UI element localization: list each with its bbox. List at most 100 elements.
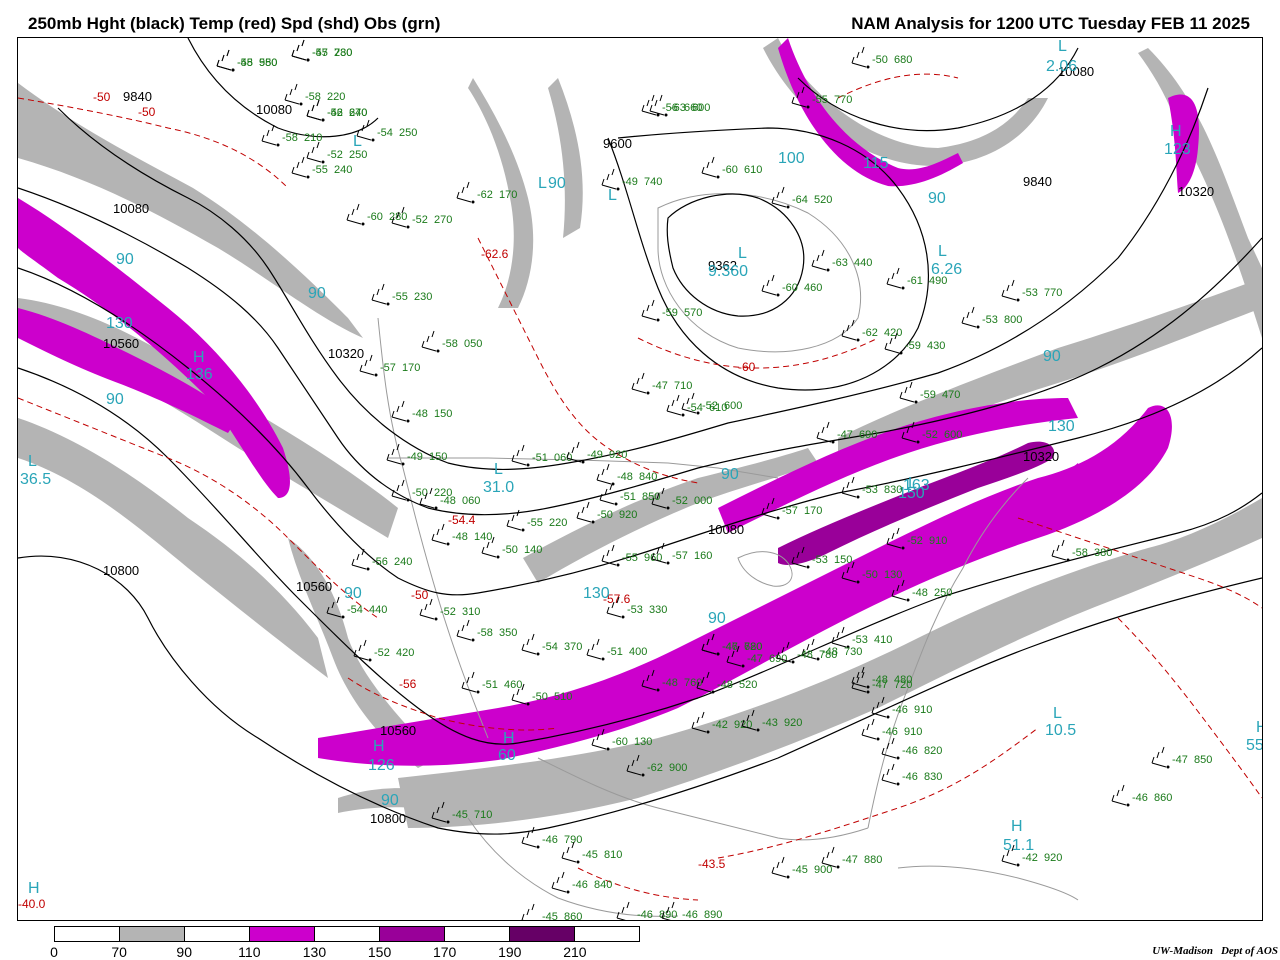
legend-tick: 70 [111, 944, 127, 960]
obs-temp: -60 [782, 282, 798, 294]
station-dot-icon [831, 440, 835, 444]
station-dot-icon [606, 747, 610, 751]
station-dot-icon [666, 561, 670, 565]
obs-temp: -46 [892, 704, 908, 716]
station-dot-icon [741, 664, 745, 668]
legend-swatch [55, 927, 120, 941]
station-obs: -49 920 [566, 441, 627, 464]
wind-barb-icon [306, 141, 322, 163]
station-obs: -58 380 [1051, 539, 1112, 562]
shade-gray-canada-west [548, 78, 583, 238]
obs-temp: -46 [722, 641, 738, 653]
speed-label: 130 [1048, 418, 1075, 435]
station-dot-icon [231, 68, 235, 72]
obs-height: 470 [942, 389, 960, 401]
station-dot-icon [1126, 803, 1130, 807]
station-obs: -53 800 [961, 306, 1022, 329]
obs-height: 150 [429, 451, 447, 463]
speed-label: 90 [708, 610, 726, 627]
station-obs: -60 460 [761, 274, 822, 297]
station-obs: -48 140 [431, 523, 492, 546]
obs-temp: -46 [902, 771, 918, 783]
wind-barb-icon [666, 394, 682, 416]
obs-height: 850 [1194, 754, 1212, 766]
obs-temp: -59 [920, 389, 936, 401]
station-obs: -46 830 [881, 763, 942, 786]
obs-temp: -50 [872, 54, 888, 66]
station-dot-icon [836, 865, 840, 869]
obs-temp: -46 [542, 834, 558, 846]
obs-temp: -48 [797, 649, 813, 661]
obs-height: 780 [334, 47, 352, 59]
low-marker: L [494, 461, 503, 478]
obs-height: 250 [934, 587, 952, 599]
obs-height: 140 [524, 544, 542, 556]
wind-barb-icon [601, 168, 617, 190]
legend-tick: 130 [302, 944, 327, 960]
obs-height: 130 [634, 736, 652, 748]
obs-height: 420 [884, 327, 902, 339]
obs-temp: -54 [687, 402, 703, 414]
high-marker: H [1256, 719, 1262, 736]
obs-temp: -53 [627, 604, 643, 616]
obs-height: 780 [819, 649, 837, 661]
obs-height: 460 [504, 679, 522, 691]
station-dot-icon [646, 391, 650, 395]
station-obs: -47 880 [821, 846, 882, 869]
station-obs: -55 230 [371, 283, 432, 306]
wind-barb-icon [886, 267, 902, 289]
station-obs: -60 610 [701, 156, 762, 179]
speed-label: 90 [381, 792, 399, 809]
height-label: 10800 [370, 811, 406, 826]
station-dot-icon [581, 460, 585, 464]
station-obs: -46 840 [551, 871, 612, 894]
obs-height: 220 [549, 517, 567, 529]
obs-temp: -62 [647, 762, 663, 774]
station-dot-icon [374, 373, 378, 377]
wind-barb-icon [291, 156, 307, 178]
speed-label: 90 [308, 285, 326, 302]
obs-height: 840 [594, 879, 612, 891]
obs-height: 430 [927, 340, 945, 352]
high-marker: H [373, 738, 385, 755]
legend-tick: 150 [367, 944, 392, 960]
station-obs: -57 170 [359, 354, 420, 377]
obs-height: 910 [904, 726, 922, 738]
height-label: 9840 [1023, 174, 1052, 189]
obs-height: 060 [462, 495, 480, 507]
station-dot-icon [656, 318, 660, 322]
station-dot-icon [446, 542, 450, 546]
station-obs: -49 150 [386, 443, 447, 466]
height-label: 10320 [328, 346, 364, 361]
obs-height: 250 [399, 127, 417, 139]
station-dot-icon [791, 660, 795, 664]
weather-map: 9840 10080 9600 10080 9840 10080 10320 1… [17, 37, 1263, 921]
wind-barb-icon [641, 299, 657, 321]
obs-height: 620 [744, 641, 762, 653]
obs-height: 130 [884, 569, 902, 581]
station-dot-icon [371, 138, 375, 142]
analysis-timestamp: NAM Analysis for 1200 UTC Tuesday FEB 11… [851, 14, 1250, 33]
obs-height: 420 [396, 647, 414, 659]
height-label: 10560 [380, 723, 416, 738]
low-marker: L [28, 453, 37, 470]
obs-temp: -60 [612, 736, 628, 748]
station-obs: -56 240 [351, 548, 412, 571]
station-obs: -52 420 [353, 639, 414, 662]
obs-height: 610 [709, 402, 727, 414]
wind-barb-icon [771, 856, 787, 878]
obs-temp: -49 [622, 176, 638, 188]
station-dot-icon [276, 143, 280, 147]
obs-temp: -55 [527, 517, 543, 529]
station-obs: -46 860 [1111, 784, 1172, 807]
station-obs: -48 840 [596, 463, 657, 486]
station-dot-icon [756, 728, 760, 732]
obs-temp: -45 [452, 809, 468, 821]
obs-height: 820 [924, 745, 942, 757]
obs-temp: -52 [907, 535, 923, 547]
station-dot-icon [976, 325, 980, 329]
wind-barb-icon [419, 598, 435, 620]
high-marker: H [503, 730, 515, 747]
obs-temp: -51 [482, 679, 498, 691]
station-dot-icon [386, 302, 390, 306]
